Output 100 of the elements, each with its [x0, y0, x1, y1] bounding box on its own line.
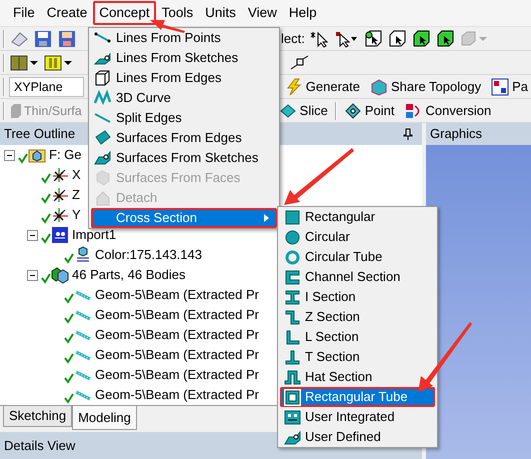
submenu-arrow-icon: [264, 214, 269, 222]
toolbar-button[interactable]: Slice: [276, 102, 331, 120]
menu-item[interactable]: Split Edges: [91, 108, 277, 128]
box-cursor-icon[interactable]: [362, 30, 383, 48]
menu-item[interactable]: Circular: [280, 227, 435, 247]
ring-icon: [284, 248, 300, 266]
collapse-icon[interactable]: [4, 150, 15, 160]
menu-item[interactable]: User Integrated: [280, 407, 435, 427]
tree-item[interactable]: Z: [72, 186, 80, 204]
layout-icon[interactable]: [9, 54, 39, 72]
tree-item[interactable]: Geom-5\Beam (Extracted Pr: [95, 346, 259, 364]
tree-item[interactable]: Geom-5\Beam (Extracted Pr: [95, 386, 259, 404]
annotation-arrow: [284, 148, 354, 205]
tree-item[interactable]: Y: [72, 206, 81, 224]
panel-title: Graphics: [430, 125, 482, 143]
sketch-profile-icon: [284, 428, 300, 446]
tree-item[interactable]: Geom-5\Beam (Extracted Pr: [95, 286, 259, 304]
box-cursor-icon[interactable]: [410, 30, 431, 48]
menu-item[interactable]: View: [242, 1, 283, 25]
tree-item[interactable]: Color:175.143.143: [95, 246, 202, 264]
save-icon[interactable]: [33, 30, 53, 48]
z-shape-icon: [284, 308, 300, 326]
tree-item[interactable]: Geom-5\Beam (Extracted Pr: [95, 326, 259, 344]
toolbar-button[interactable]: Share Topology: [366, 78, 484, 96]
pin-icon[interactable]: [402, 127, 414, 141]
toolbar-button[interactable]: Generate: [282, 78, 363, 96]
annotation-arrow: [418, 322, 472, 392]
menu-item[interactable]: I Section: [280, 287, 435, 307]
box-cursor-icon[interactable]: [386, 30, 407, 48]
box-cursor-icon[interactable]: [434, 30, 455, 48]
square-icon: [284, 208, 300, 226]
body-color-icon: [74, 246, 92, 264]
menu-item[interactable]: Channel Section: [280, 267, 435, 287]
cube-icon: [94, 69, 112, 87]
menu-item[interactable]: Lines From Points: [91, 28, 277, 48]
menu-item[interactable]: Rectangular Tube: [280, 387, 435, 407]
axes-icon: [51, 166, 69, 184]
slice-icon: [278, 102, 297, 120]
annotation-arrow: [150, 20, 185, 33]
tree-item[interactable]: 46 Parts, 46 Bodies: [72, 266, 186, 284]
axes-icon: [51, 186, 69, 204]
channel-icon: [284, 268, 300, 286]
menu-item[interactable]: Create: [40, 1, 94, 25]
menu-item[interactable]: Circular Tube: [280, 247, 435, 267]
cube-icon: [10, 102, 22, 118]
menu-item[interactable]: Hat Section: [280, 367, 435, 387]
tree-item[interactable]: X: [72, 166, 81, 184]
square-frame-icon: [284, 388, 300, 406]
import-icon: [51, 226, 69, 244]
l-shape-icon: [284, 328, 300, 346]
plane-dropdown[interactable]: XYPlane: [9, 76, 84, 96]
toolbar-label: lect:: [281, 30, 305, 48]
tree-item[interactable]: Geom-5\Beam (Extracted Pr: [95, 366, 259, 384]
face-icon: [284, 408, 300, 426]
panel-title: Details View: [4, 438, 76, 453]
curve-icon: [94, 89, 112, 107]
toolbar-button[interactable]: Point: [340, 102, 398, 120]
menu-item[interactable]: L Section: [280, 327, 435, 347]
menu-item[interactable]: Units: [199, 1, 242, 25]
toolbar-button[interactable]: Pa: [488, 78, 531, 96]
menu-item[interactable]: 3D Curve: [91, 88, 277, 108]
tab[interactable]: Sketching: [3, 406, 72, 427]
menu-item[interactable]: Lines From Edges: [91, 68, 277, 88]
menu-item[interactable]: Surfaces From Edges: [91, 128, 277, 148]
collapse-icon[interactable]: [27, 230, 38, 240]
save-icon[interactable]: [57, 30, 77, 48]
point-icon: [344, 102, 362, 120]
menu-item[interactable]: User Defined: [280, 427, 435, 447]
collapse-icon[interactable]: [27, 270, 38, 280]
menu-item[interactable]: Lines From Sketches: [91, 48, 277, 68]
axes-icon: [51, 206, 69, 224]
lightning-icon: [284, 78, 303, 96]
panel-title: Tree Outline: [4, 125, 76, 143]
tree-item[interactable]: Geom-5\Beam (Extracted Pr: [95, 306, 259, 324]
cursor-icon[interactable]: [308, 30, 331, 48]
box-icon: [94, 169, 112, 187]
menu-item[interactable]: Cross Section: [91, 208, 277, 228]
menu-item[interactable]: Tools: [156, 1, 200, 25]
menu-item[interactable]: Rectangular: [280, 207, 435, 227]
line-icon[interactable]: [289, 54, 309, 72]
cursor-icon[interactable]: [334, 30, 359, 48]
menu-item[interactable]: Concept: [93, 1, 156, 25]
sketch-surface-icon: [94, 149, 112, 167]
tree-item[interactable]: Import1: [72, 226, 116, 244]
menu-item[interactable]: Surfaces From Sketches: [91, 148, 277, 168]
menu-item[interactable]: Z Section: [280, 307, 435, 327]
menu-item[interactable]: T Section: [280, 347, 435, 367]
parameter-icon: [491, 78, 510, 96]
tab[interactable]: Modeling: [72, 406, 137, 430]
i-beam-icon: [284, 288, 300, 306]
parts-icon: [51, 266, 69, 284]
hat-shape-icon: [284, 368, 300, 386]
toolbar-button[interactable]: Conversion: [402, 102, 494, 120]
t-shape-icon: [284, 348, 300, 366]
circle-icon: [284, 228, 300, 246]
layout-icon[interactable]: [43, 54, 73, 72]
topology-icon: [370, 78, 388, 96]
menu-item[interactable]: File: [7, 1, 41, 25]
tree-item[interactable]: F: Ge: [49, 146, 82, 164]
menu-item[interactable]: Help: [282, 1, 323, 25]
